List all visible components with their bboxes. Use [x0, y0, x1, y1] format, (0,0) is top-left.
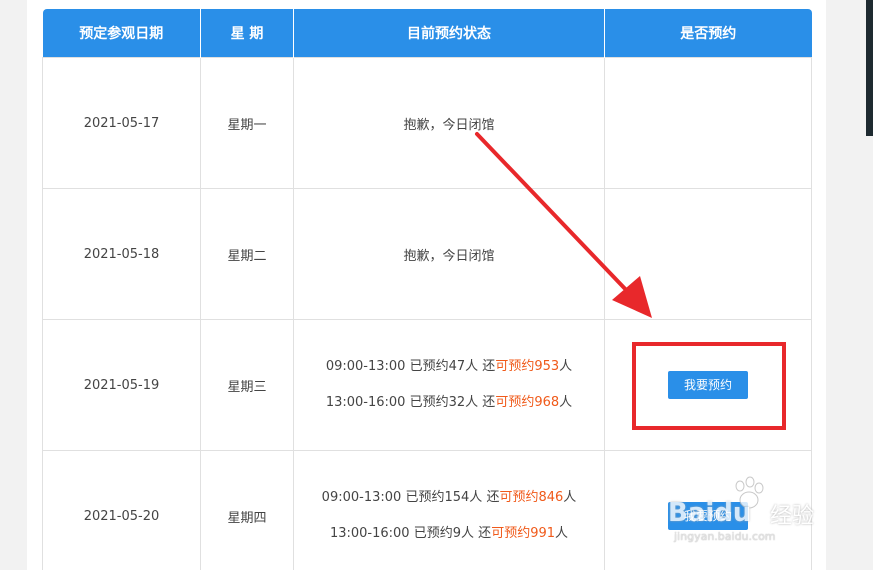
side-strip [866, 0, 873, 136]
page: 预定参观日期 星 期 目前预约状态 是否预约 2021-05-17 星期一 抱歉… [0, 0, 873, 570]
table-row: 2021-05-18 星期二 抱歉，今日闭馆 [42, 188, 812, 320]
available-label: 可预约 [499, 490, 539, 505]
status-cell: 抱歉，今日闭馆 [293, 188, 605, 320]
time-slot: 13:00-16:00 已预约32人 还可预约968人 [294, 394, 604, 412]
header-booking: 是否预约 [604, 9, 812, 58]
available-unit: 人 [563, 490, 577, 505]
header-status: 目前预约状态 [293, 9, 605, 58]
available-label: 可预约 [491, 526, 531, 541]
booking-cell [604, 188, 812, 320]
header-date: 预定参观日期 [42, 9, 201, 58]
time-slot: 13:00-16:00 已预约9人 还可预约991人 [294, 525, 604, 543]
booked-count: 154 [444, 490, 470, 505]
remain-label: 还 [482, 395, 496, 410]
available-unit: 人 [559, 359, 573, 374]
weekday-cell: 星期三 [200, 319, 294, 451]
available-label: 可预约 [495, 359, 535, 374]
header-weekday: 星 期 [200, 9, 294, 58]
booked-count: 9 [452, 526, 462, 541]
available-unit: 人 [555, 526, 569, 541]
available-count: 953 [534, 359, 560, 374]
remain-label: 还 [482, 359, 496, 374]
booked-unit: 人 [469, 490, 483, 505]
available-label: 可预约 [495, 395, 535, 410]
available-count: 846 [538, 490, 564, 505]
booked-label: 已预约 [409, 359, 449, 374]
booked-label: 已预约 [413, 526, 453, 541]
table-header-row: 预定参观日期 星 期 目前预约状态 是否预约 [42, 9, 812, 58]
slot-time: 09:00-13:00 [325, 359, 406, 374]
booked-unit: 人 [465, 359, 479, 374]
booked-unit: 人 [461, 526, 475, 541]
status-cell: 09:00-13:00 已预约154人 还可预约846人 13:00-16:00… [293, 450, 605, 570]
watermark-text: 经验 [770, 504, 815, 529]
date-cell: 2021-05-17 [42, 57, 201, 189]
watermark-logo-du: du [714, 498, 752, 528]
time-slot: 09:00-13:00 已预约47人 还可预约953人 [294, 358, 604, 376]
date-cell: 2021-05-18 [42, 188, 201, 320]
available-count: 968 [534, 395, 560, 410]
booked-label: 已预约 [409, 395, 449, 410]
annotation-highlight-box [632, 342, 786, 430]
weekday-cell: 星期一 [200, 57, 294, 189]
remain-label: 还 [478, 526, 492, 541]
weekday-cell: 星期四 [200, 450, 294, 570]
slot-time: 13:00-16:00 [325, 395, 406, 410]
booked-label: 已预约 [405, 490, 445, 505]
booking-cell [604, 57, 812, 189]
slot-time: 09:00-13:00 [321, 490, 402, 505]
time-slot: 09:00-13:00 已预约154人 还可预约846人 [294, 489, 604, 507]
table-row: 2021-05-17 星期一 抱歉，今日闭馆 [42, 57, 812, 189]
booked-count: 47 [448, 359, 466, 374]
remain-label: 还 [486, 490, 500, 505]
watermark-logo-bai: Bai [668, 498, 715, 528]
baidu-watermark: Baidu 经验 jingyan.baidu.com [668, 470, 828, 550]
date-cell: 2021-05-19 [42, 319, 201, 451]
booked-unit: 人 [465, 395, 479, 410]
slot-time: 13:00-16:00 [329, 526, 410, 541]
date-cell: 2021-05-20 [42, 450, 201, 570]
weekday-cell: 星期二 [200, 188, 294, 320]
status-cell: 抱歉，今日闭馆 [293, 57, 605, 189]
watermark-logo: Baidu [668, 498, 751, 528]
available-unit: 人 [559, 395, 573, 410]
status-cell: 09:00-13:00 已预约47人 还可预约953人 13:00-16:00 … [293, 319, 605, 451]
available-count: 991 [530, 526, 556, 541]
watermark-url: jingyan.baidu.com [674, 530, 776, 543]
booked-count: 32 [448, 395, 466, 410]
